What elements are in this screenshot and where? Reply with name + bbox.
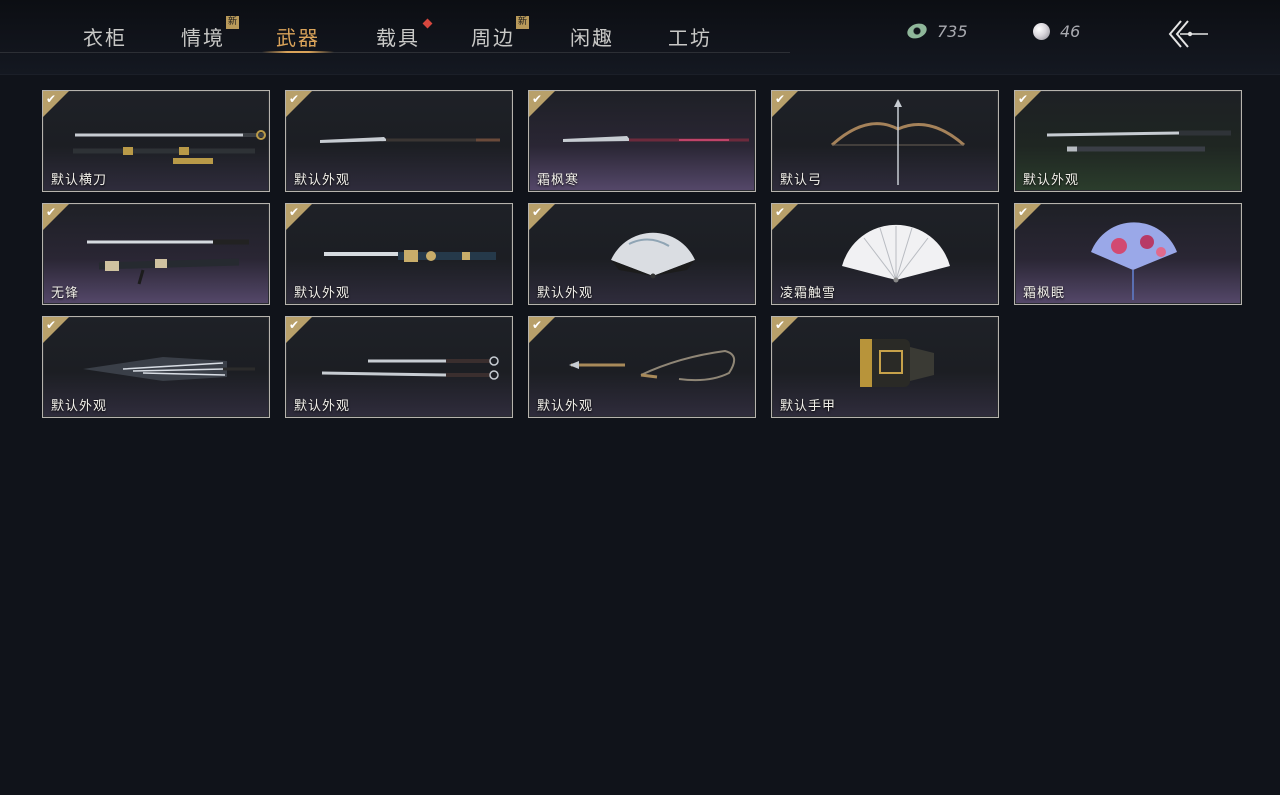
item-label: 无锋 — [51, 286, 80, 301]
check-icon: ✔ — [289, 92, 300, 106]
tab-wardrobe[interactable]: 衣柜 — [83, 22, 127, 51]
check-icon: ✔ — [289, 318, 300, 332]
weapon-card[interactable]: ✔ 默认手甲 — [771, 316, 999, 418]
check-icon: ✔ — [775, 318, 786, 332]
item-label: 默认外观 — [51, 399, 108, 414]
new-badge: 新 — [226, 16, 239, 29]
tab-label: 衣柜 — [83, 26, 127, 50]
back-button[interactable] — [1166, 18, 1210, 50]
check-icon: ✔ — [775, 92, 786, 106]
tab-label: 武器 — [276, 26, 320, 50]
tab-label: 工坊 — [668, 26, 712, 50]
jade-coin-icon — [905, 21, 929, 41]
item-label: 默认横刀 — [51, 173, 108, 188]
check-icon: ✔ — [532, 92, 543, 106]
item-label: 霜枫眠 — [1023, 286, 1066, 301]
weapon-card[interactable]: ✔ 默认外观 — [528, 316, 756, 418]
weapon-card[interactable]: ✔ 霜枫眠 — [1014, 203, 1242, 305]
tab-vehicles[interactable]: 载具 — [376, 18, 433, 51]
tab-label: 周边 — [471, 26, 515, 50]
new-badge: 新 — [516, 16, 529, 29]
weapon-card[interactable]: ✔ 默认外观 — [285, 316, 513, 418]
tab-label: 闲趣 — [570, 26, 614, 50]
pearl-currency: 46 — [1033, 21, 1080, 41]
check-icon: ✔ — [532, 318, 543, 332]
weapon-card[interactable]: ✔ 默认外观 — [1014, 90, 1242, 192]
weapon-card[interactable]: ✔ 默认外观 — [528, 203, 756, 305]
weapon-card[interactable]: ✔ 默认外观 — [285, 90, 513, 192]
category-tabs: 衣柜 情境 新 武器 载具 周边 新 闲趣 工坊 — [0, 0, 790, 53]
tab-accessories[interactable]: 周边 新 — [471, 16, 529, 51]
item-label: 凌霜触雪 — [780, 286, 837, 301]
weapon-card[interactable]: ✔ 凌霜触雪 — [771, 203, 999, 305]
item-label: 默认外观 — [294, 173, 351, 188]
pearl-amount: 46 — [1060, 21, 1081, 41]
item-label: 默认手甲 — [780, 399, 837, 414]
tab-label: 载具 — [376, 26, 420, 50]
item-label: 默认弓 — [780, 173, 823, 188]
item-label: 默认外观 — [537, 399, 594, 414]
tab-scenes[interactable]: 情境 新 — [181, 16, 239, 51]
top-navigation-bar: 衣柜 情境 新 武器 载具 周边 新 闲趣 工坊 735 46 — [0, 0, 1280, 75]
jade-currency: 735 — [905, 21, 968, 41]
back-arrow-icon — [1168, 20, 1208, 48]
tab-weapons[interactable]: 武器 — [262, 22, 334, 53]
weapon-card[interactable]: ✔ 默认横刀 — [42, 90, 270, 192]
jade-amount: 735 — [937, 21, 968, 41]
tab-label: 情境 — [181, 26, 225, 50]
active-tab-underline — [262, 51, 334, 53]
pearl-icon — [1033, 22, 1050, 40]
check-icon: ✔ — [289, 205, 300, 219]
check-icon: ✔ — [46, 205, 57, 219]
item-label: 霜枫寒 — [537, 173, 580, 188]
weapon-card[interactable]: ✔ 默认外观 — [42, 316, 270, 418]
tab-leisure[interactable]: 闲趣 — [570, 22, 614, 51]
weapon-card[interactable]: ✔ 默认外观 — [285, 203, 513, 305]
weapon-card[interactable]: ✔ 霜枫寒 — [528, 90, 756, 192]
weapon-card[interactable]: ✔ 无锋 — [42, 203, 270, 305]
item-label: 默认外观 — [537, 286, 594, 301]
check-icon: ✔ — [1018, 92, 1029, 106]
item-label: 默认外观 — [294, 286, 351, 301]
notification-dot — [422, 18, 433, 29]
check-icon: ✔ — [532, 205, 543, 219]
item-label: 默认外观 — [294, 399, 351, 414]
check-icon: ✔ — [775, 205, 786, 219]
check-icon: ✔ — [1018, 205, 1029, 219]
check-icon: ✔ — [46, 92, 57, 106]
item-label: 默认外观 — [1023, 173, 1080, 188]
weapon-card[interactable]: ✔ 默认弓 — [771, 90, 999, 192]
check-icon: ✔ — [46, 318, 57, 332]
tab-workshop[interactable]: 工坊 — [668, 22, 712, 51]
